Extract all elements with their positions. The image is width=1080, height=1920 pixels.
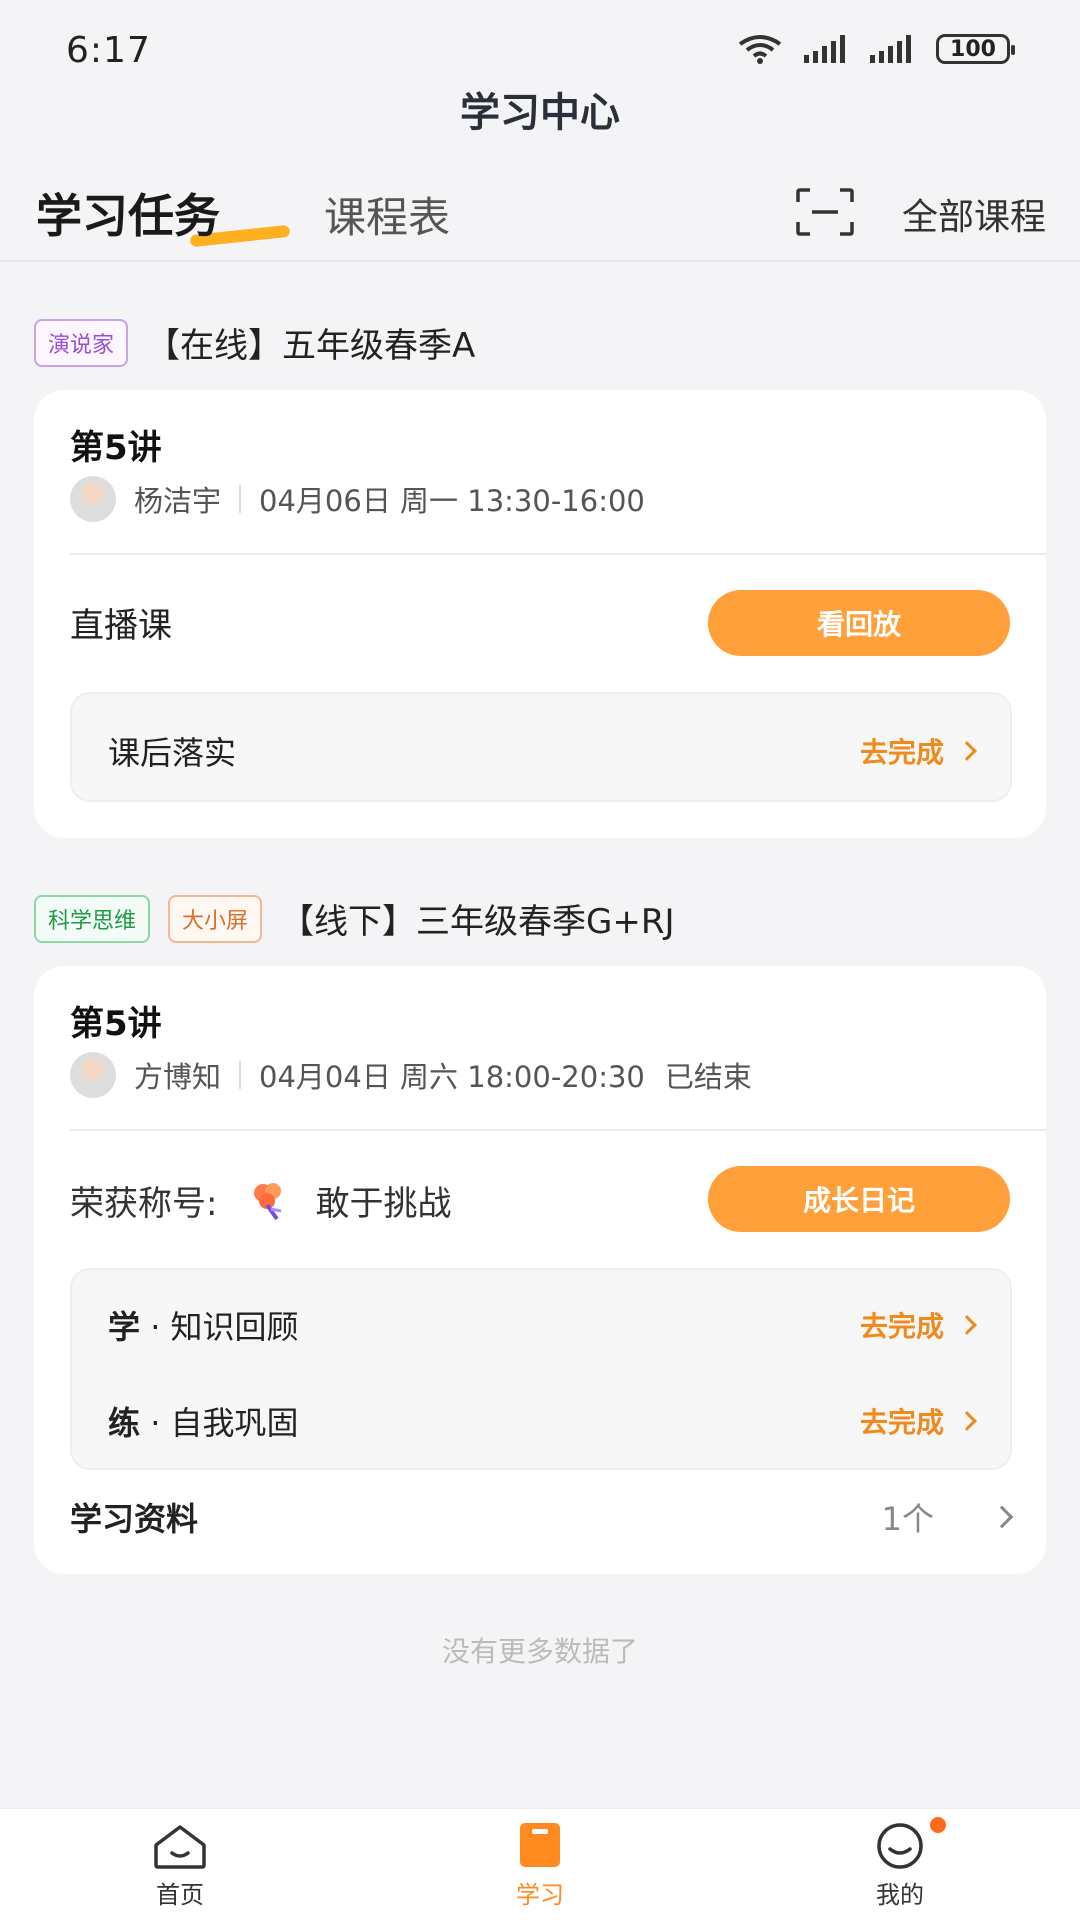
no-more-data-text: 没有更多数据了	[441, 1635, 638, 1668]
go-complete-text: 去完成	[859, 736, 944, 769]
task-box: 课后落实 去完成	[70, 692, 1012, 802]
task-label-text: · 知识回顾	[140, 1308, 299, 1346]
study-icon	[520, 1823, 560, 1867]
nav-home[interactable]: 首页	[0, 1809, 360, 1920]
task-row[interactable]: 课后落实 去完成	[108, 728, 977, 774]
go-complete-link[interactable]: 去完成	[859, 731, 977, 771]
lesson-meta: 杨洁宇 04月06日 周一 13:30-16:00	[70, 476, 645, 522]
all-courses-link[interactable]: 全部课程	[902, 188, 1046, 240]
task-label: 学 · 知识回顾	[108, 1302, 299, 1348]
course-tag: 演说家	[34, 318, 129, 367]
task-label-prefix: 学	[108, 1308, 141, 1346]
status-time: 6:17	[66, 30, 151, 71]
go-complete-link[interactable]: 去完成	[859, 1305, 977, 1345]
task-row[interactable]: 练 · 自我巩固 去完成	[108, 1398, 977, 1444]
nav-label: 我的	[876, 1881, 924, 1909]
honor-title: 敢于挑战	[315, 1184, 452, 1224]
divider	[70, 553, 1046, 555]
go-complete-link[interactable]: 去完成	[859, 1401, 977, 1441]
task-label: 练 · 自我巩固	[108, 1398, 299, 1444]
lesson-meta: 方博知 04月04日 周六 18:00-20:30 已结束	[70, 1052, 752, 1098]
growth-diary-button[interactable]: 成长日记	[708, 1166, 1010, 1232]
materials-count: 1个	[881, 1494, 1014, 1540]
course-tag: 大小屏	[168, 894, 263, 943]
course-tag: 科学思维	[34, 894, 151, 943]
materials-count-text: 1个	[881, 1500, 934, 1538]
separator	[239, 1061, 242, 1089]
nav-profile[interactable]: 我的	[720, 1809, 1080, 1920]
battery-icon: 100	[936, 34, 1015, 64]
wifi-icon	[738, 35, 782, 64]
task-label-prefix: 练	[108, 1404, 141, 1442]
nav-label: 首页	[156, 1881, 204, 1909]
lesson-card[interactable]: 第5讲 方博知 04月04日 周六 18:00-20:30 已结束 荣获称号: …	[34, 966, 1046, 1574]
chevron-right-icon	[957, 741, 977, 761]
avatar	[70, 476, 116, 522]
task-label: 课后落实	[108, 734, 237, 772]
page-title: 学习中心	[460, 90, 620, 136]
materials-label: 学习资料	[70, 1500, 199, 1538]
tab-study-tasks[interactable]: 学习任务	[36, 180, 220, 246]
chevron-right-icon	[990, 1505, 1014, 1529]
study-materials-row[interactable]: 学习资料 1个	[70, 1494, 1014, 1540]
nav-study[interactable]: 学习	[360, 1809, 720, 1920]
live-class-label: 直播课	[70, 606, 172, 646]
task-label-text: · 自我巩固	[140, 1404, 299, 1442]
separator	[239, 485, 242, 513]
lesson-number: 第5讲	[70, 428, 162, 468]
profile-icon	[877, 1823, 923, 1869]
chevron-right-icon	[957, 1411, 977, 1431]
scan-icon[interactable]	[796, 188, 854, 236]
course-title[interactable]: 【在线】五年级春季A	[146, 318, 475, 367]
lesson-status: 已结束	[664, 1060, 752, 1094]
nav-label: 学习	[516, 1881, 564, 1909]
flower-badge-icon	[254, 1182, 282, 1220]
signal-icon	[804, 35, 845, 63]
course-title[interactable]: 【线下】三年级春季G+RJ	[280, 894, 675, 943]
home-icon	[154, 1825, 206, 1869]
go-complete-text: 去完成	[859, 1406, 944, 1439]
tab-bar: 学习任务 课程表 全部课程	[0, 160, 1080, 262]
lesson-number: 第5讲	[70, 1004, 162, 1044]
lesson-time: 04月04日 周六 18:00-20:30	[259, 1060, 645, 1094]
status-icons: 100	[738, 34, 1015, 64]
avatar	[70, 1052, 116, 1098]
course-group-header: 科学思维 大小屏 【线下】三年级春季G+RJ	[34, 894, 675, 943]
task-row[interactable]: 学 · 知识回顾 去完成	[108, 1302, 977, 1348]
chevron-right-icon	[957, 1315, 977, 1335]
honor-prefix: 荣获称号:	[70, 1184, 218, 1224]
teacher-name: 杨洁宇	[134, 484, 222, 518]
task-box: 学 · 知识回顾 去完成 练 · 自我巩固 去完成	[70, 1268, 1012, 1470]
lesson-card[interactable]: 第5讲 杨洁宇 04月06日 周一 13:30-16:00 直播课 看回放 课后…	[34, 390, 1046, 838]
honor-row: 荣获称号: 敢于挑战	[70, 1176, 451, 1225]
tab-schedule[interactable]: 课程表	[324, 184, 450, 245]
notification-dot	[930, 1817, 946, 1833]
divider	[70, 1129, 1046, 1131]
replay-button[interactable]: 看回放	[708, 590, 1010, 656]
teacher-name: 方博知	[134, 1060, 222, 1094]
go-complete-text: 去完成	[859, 1310, 944, 1343]
lesson-time: 04月06日 周一 13:30-16:00	[259, 484, 645, 518]
bottom-nav: 首页 学习 我的	[0, 1808, 1080, 1920]
signal-icon	[870, 35, 911, 63]
course-group-header: 演说家 【在线】五年级春季A	[34, 318, 475, 367]
